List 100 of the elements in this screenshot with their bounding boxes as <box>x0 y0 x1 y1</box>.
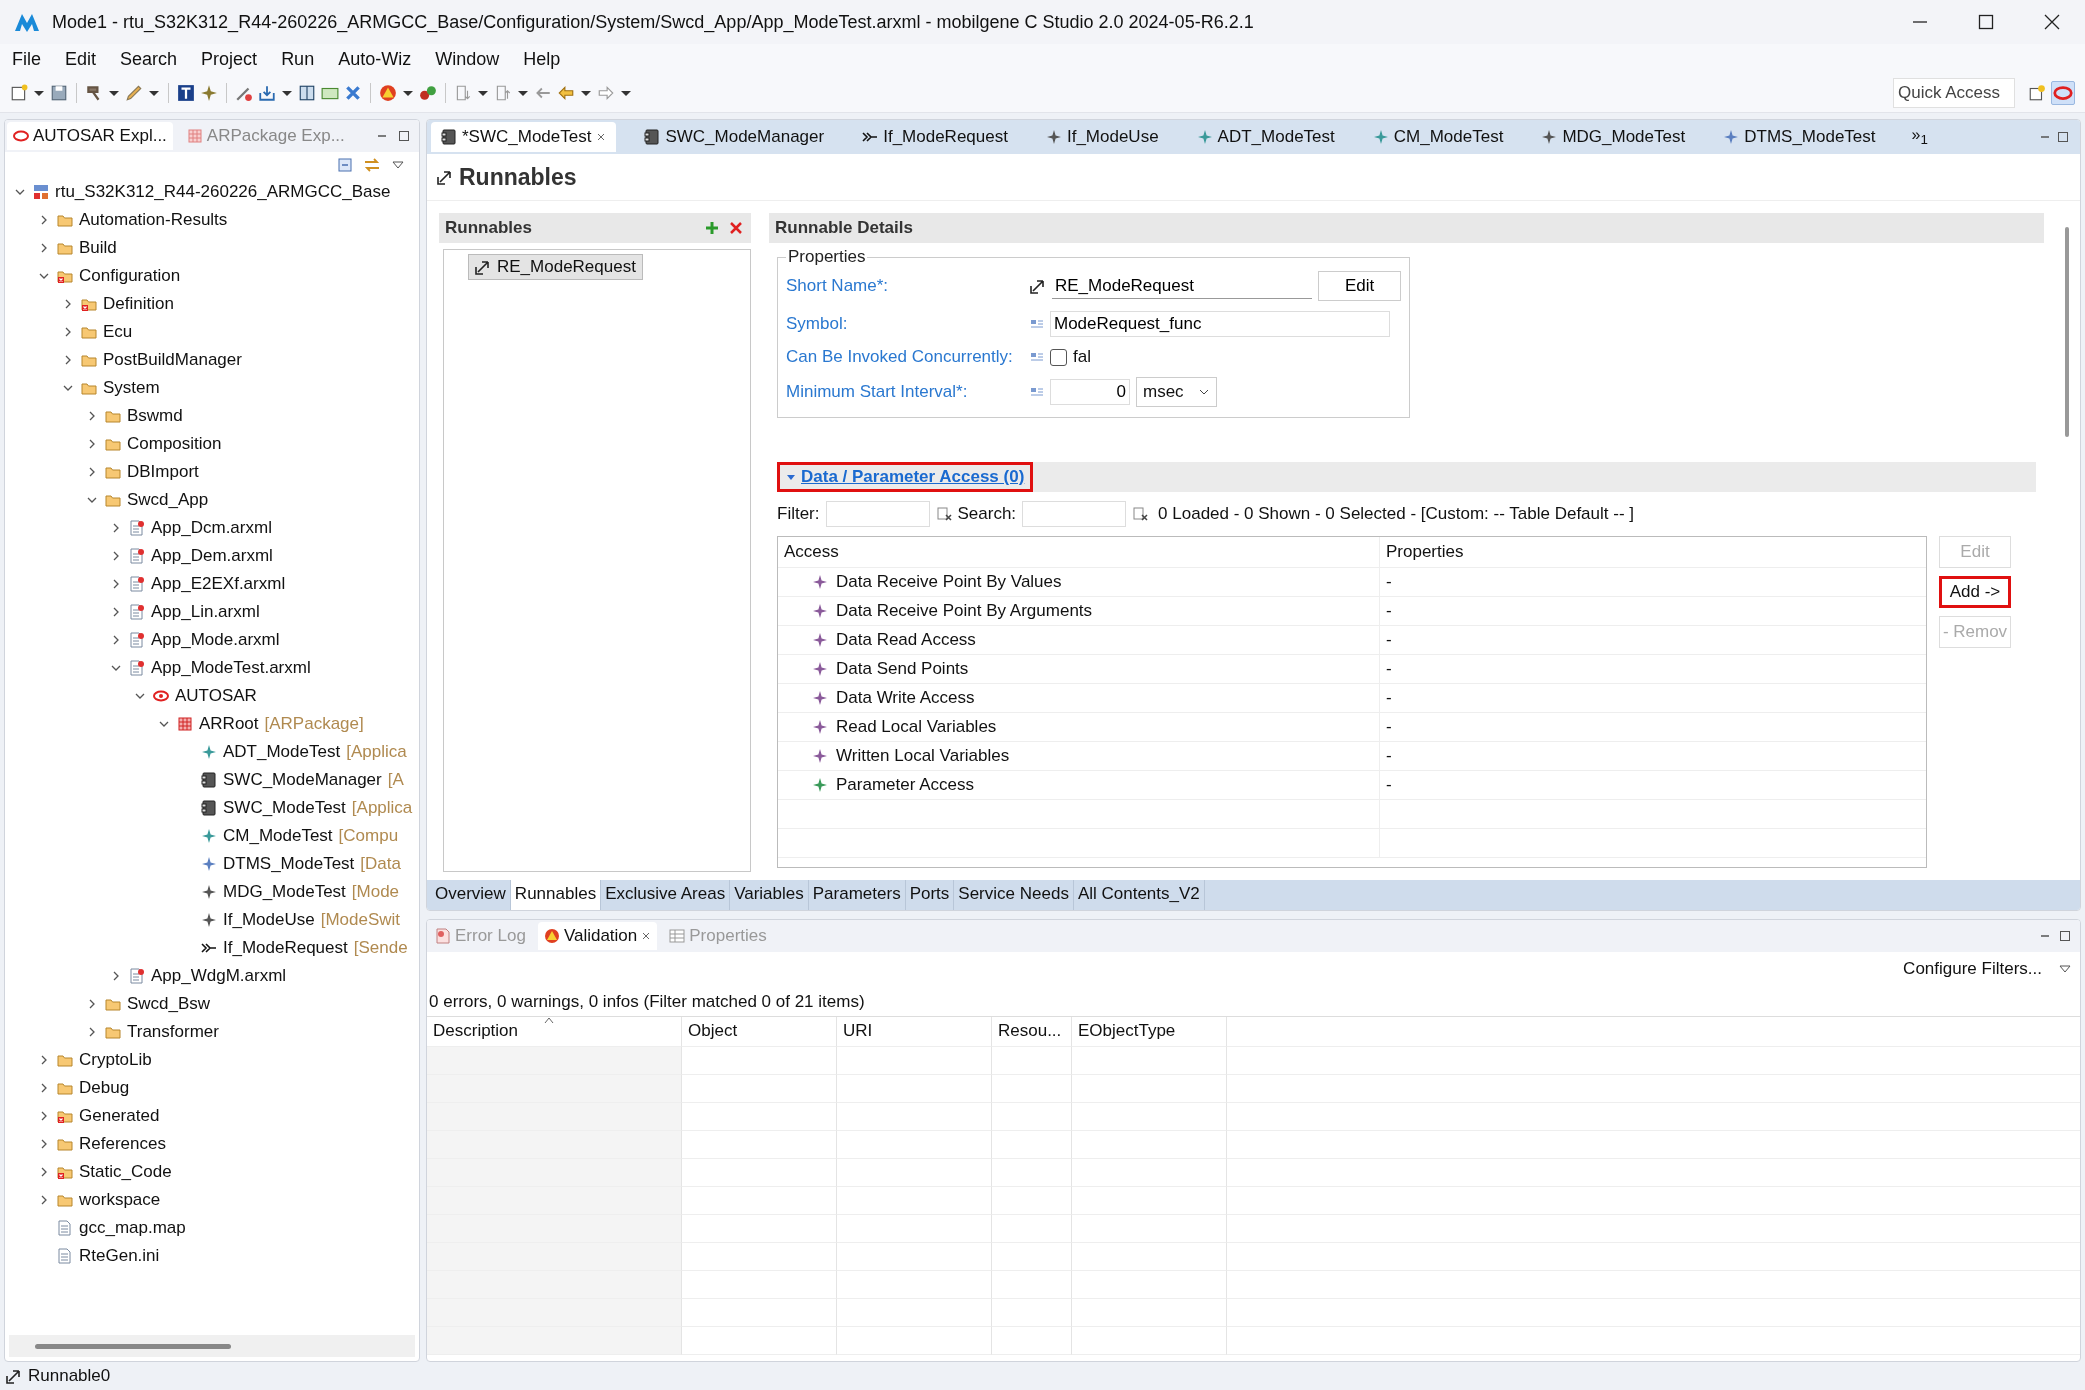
download-icon[interactable] <box>454 84 472 102</box>
column-header[interactable]: URI <box>837 1017 992 1047</box>
collapse-all-icon[interactable] <box>337 157 353 173</box>
table-cell[interactable]: Read Local Variables <box>836 717 997 737</box>
edit-button[interactable]: Edit <box>1318 271 1402 301</box>
tree-item[interactable]: Transformer <box>127 1022 219 1042</box>
maximize-icon[interactable] <box>397 129 411 143</box>
editor-tab[interactable]: DTMS_ModeTest <box>1713 122 1886 152</box>
tree-item[interactable]: CryptoLib <box>79 1050 152 1070</box>
page-tab[interactable]: Parameters <box>808 880 906 910</box>
menu-item[interactable]: Search <box>120 48 178 70</box>
tree-item[interactable]: App_E2EXf.arxml <box>151 574 286 594</box>
filter-field[interactable] <box>825 501 930 527</box>
warning-icon[interactable] <box>379 84 397 102</box>
interval-field[interactable]: 0 <box>1050 379 1130 405</box>
forward-icon[interactable] <box>597 84 615 102</box>
menu-item[interactable]: Help <box>523 48 561 70</box>
runnable-item[interactable]: RE_ModeRequest <box>468 254 643 280</box>
tree-item[interactable]: If_ModeRequest <box>223 938 348 958</box>
tree-item[interactable]: App_Dcm.arxml <box>151 518 272 538</box>
editor-tab[interactable]: *SWC_ModeTest <box>431 122 617 152</box>
table-cell[interactable]: Data Send Points <box>836 659 969 679</box>
tree-item[interactable]: Automation-Results <box>79 210 228 230</box>
menu-item[interactable]: Run <box>281 48 315 70</box>
horizontal-scrollbar[interactable] <box>9 1335 415 1357</box>
menu-item[interactable]: Auto-Wiz <box>338 48 412 70</box>
tree-item[interactable]: Swcd_App <box>127 490 209 510</box>
unit-dropdown[interactable]: msec <box>1136 377 1217 407</box>
tree-item[interactable]: App_Lin.arxml <box>151 602 260 622</box>
tree-item[interactable]: Debug <box>79 1078 130 1098</box>
editor-tab[interactable]: If_ModeUse <box>1035 122 1169 152</box>
page-tab[interactable]: Service Needs <box>954 880 1074 910</box>
columns-icon[interactable] <box>298 84 316 102</box>
tree-item[interactable]: CM_ModeTest <box>223 826 333 846</box>
tree-item[interactable]: Definition <box>103 294 174 314</box>
tree-item[interactable]: Composition <box>127 434 222 454</box>
delete-icon[interactable] <box>729 221 743 235</box>
tree-item[interactable]: MDG_ModeTest <box>223 882 346 902</box>
checkbox[interactable] <box>1050 348 1067 366</box>
table-cell[interactable]: Data Receive Point By Values <box>836 572 1062 592</box>
table-cell[interactable]: Data Read Access <box>836 630 976 650</box>
page-tab[interactable]: Variables <box>730 880 809 910</box>
more-tabs[interactable]: »$_{1}$ <box>1911 126 1928 148</box>
tree-item[interactable]: ARRoot <box>199 714 259 734</box>
tree-item[interactable]: workspace <box>79 1190 161 1210</box>
tree-item[interactable]: DBImport <box>127 462 199 482</box>
tree-item[interactable]: Swcd_Bsw <box>127 994 211 1014</box>
tree-item[interactable]: Generated <box>79 1106 160 1126</box>
tree-item[interactable]: App_ModeTest.arxml <box>151 658 311 678</box>
menu-item[interactable]: File <box>12 48 41 70</box>
close-icon[interactable] <box>2043 13 2061 31</box>
tree-item[interactable]: PostBuildManager <box>103 350 242 370</box>
menu-item[interactable]: Edit <box>65 48 97 70</box>
add-icon[interactable] <box>705 221 719 235</box>
column-header[interactable]: Resou... <box>992 1017 1072 1047</box>
search-field[interactable] <box>1022 501 1127 527</box>
table-cell[interactable]: Written Local Variables <box>836 746 1010 766</box>
perspective-icon[interactable] <box>2051 81 2075 105</box>
page-tab[interactable]: Ports <box>905 880 955 910</box>
tree-item[interactable]: If_ModeUse <box>223 910 315 930</box>
view-tab[interactable]: Validation <box>537 922 658 950</box>
tree-item[interactable]: RteGen.ini <box>79 1246 160 1266</box>
symbol-field[interactable]: ModeRequest_func <box>1050 311 1390 337</box>
table-cell[interactable]: Parameter Access <box>836 775 974 795</box>
editor-tab[interactable]: ADT_ModeTest <box>1186 122 1345 152</box>
tree-item[interactable]: SWC_ModeManager <box>223 770 382 790</box>
new-file-icon[interactable] <box>10 84 28 102</box>
tree-item[interactable]: ADT_ModeTest <box>223 742 341 762</box>
table-action-button[interactable]: Add -> <box>1939 576 2011 608</box>
tree-item[interactable]: App_WdgM.arxml <box>151 966 287 986</box>
tree-item[interactable]: Bswmd <box>127 406 183 426</box>
maximize-icon[interactable] <box>2058 929 2072 943</box>
save-icon[interactable] <box>50 84 68 102</box>
import-icon[interactable] <box>258 84 276 102</box>
column-header[interactable]: EObjectType <box>1072 1017 1227 1047</box>
tree-item[interactable]: References <box>79 1134 166 1154</box>
table-cell[interactable]: Data Receive Point By Arguments <box>836 601 1093 621</box>
tree-item[interactable]: App_Mode.arxml <box>151 630 280 650</box>
editor-tab[interactable]: CM_ModeTest <box>1362 122 1514 152</box>
column-header[interactable]: Properties <box>1380 537 1464 567</box>
gears-icon[interactable] <box>419 84 437 102</box>
tree-item[interactable]: rtu_S32K312_R44-260226_ARMGCC_Base <box>55 182 391 202</box>
column-header[interactable]: Access <box>778 537 1380 567</box>
page-tab[interactable]: Exclusive Areas <box>601 880 731 910</box>
editor-tab[interactable]: MDG_ModeTest <box>1531 122 1696 152</box>
menu-item[interactable]: Window <box>435 48 500 70</box>
back-arrow-icon[interactable] <box>557 84 575 102</box>
page-tab[interactable]: All Contents_V2 <box>1073 880 1205 910</box>
tree-item[interactable]: DTMS_ModeTest <box>223 854 355 874</box>
link-arrows-icon[interactable] <box>363 157 381 173</box>
page-tab[interactable]: Overview <box>431 880 511 910</box>
tree-item[interactable]: Ecu <box>103 322 133 342</box>
editor-tab[interactable]: SWC_ModeManager <box>634 122 835 152</box>
tree-item[interactable]: Static_Code <box>79 1162 172 1182</box>
tree-item[interactable]: gcc_map.map <box>79 1218 186 1238</box>
tree-item[interactable]: System <box>103 378 160 398</box>
star-icon[interactable] <box>200 84 218 102</box>
editor-tab[interactable]: If_ModeRequest <box>852 122 1018 152</box>
page-tab[interactable]: Runnables <box>510 880 602 910</box>
upload-icon[interactable] <box>494 84 512 102</box>
